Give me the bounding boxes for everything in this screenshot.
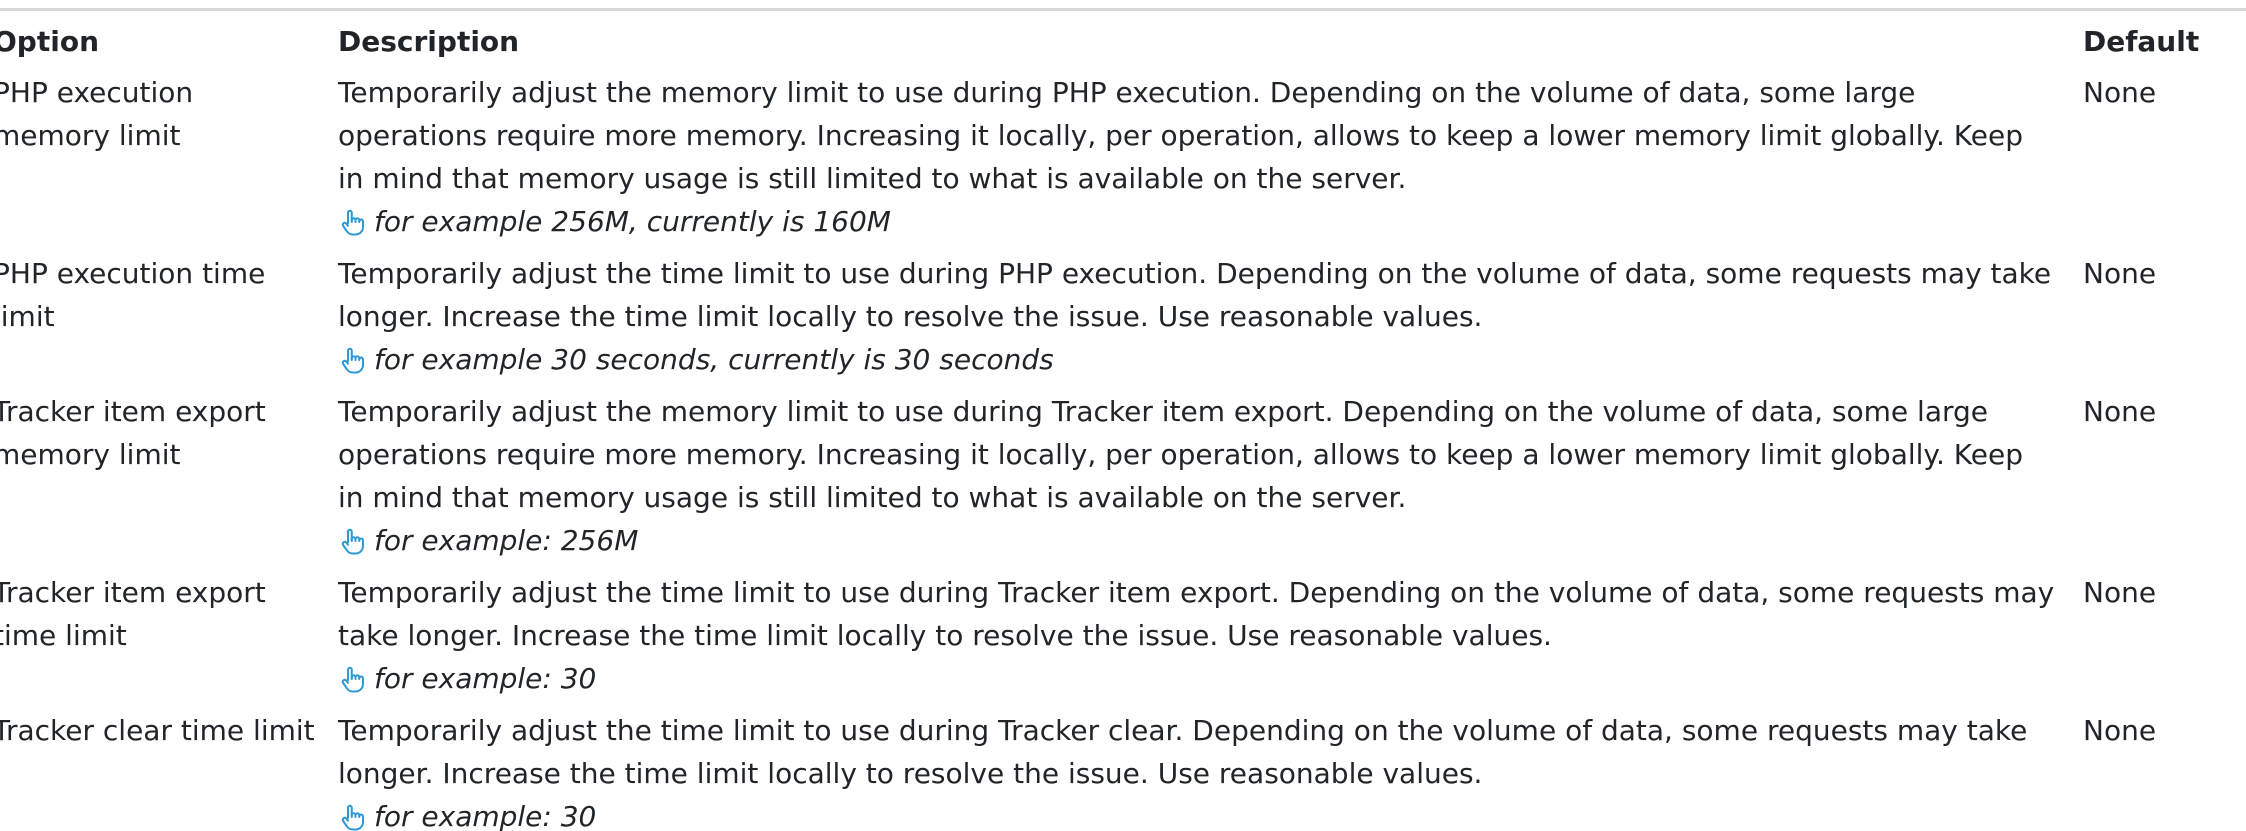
example-line: for example: 30 — [338, 657, 2055, 700]
default-value: None — [2083, 76, 2157, 109]
option-name: Tracker clear time limit — [0, 714, 315, 747]
table-row: Tracker item export memory limit Tempora… — [0, 390, 2213, 571]
default-value: None — [2083, 257, 2157, 290]
example-text: for example: 256M — [374, 524, 639, 557]
option-name: Tracker item export time limit — [0, 576, 266, 652]
example-line: for example 30 seconds, currently is 30 … — [338, 338, 2055, 381]
example-text: for example: 30 — [374, 662, 597, 695]
option-name: PHP execution memory limit — [0, 76, 194, 152]
option-description: Temporarily adjust the time limit to use… — [338, 709, 2083, 831]
hand-pointer-icon — [341, 209, 364, 235]
option-name: Tracker item export memory limit — [0, 395, 266, 471]
table-row: Tracker clear time limit Temporarily adj… — [0, 709, 2213, 831]
option-description: Temporarily adjust the time limit to use… — [338, 571, 2083, 709]
description-text: Temporarily adjust the memory limit to u… — [338, 76, 2023, 195]
option-description: Temporarily adjust the time limit to use… — [338, 252, 2083, 390]
option-column-header: Option — [0, 25, 99, 58]
default-column-header: Default — [2083, 25, 2200, 58]
table-row: Tracker item export time limit Temporari… — [0, 571, 2213, 709]
option-name: PHP execution time limit — [0, 257, 266, 333]
hand-pointer-icon — [341, 666, 364, 692]
table-row: PHP execution time limit Temporarily adj… — [0, 252, 2213, 390]
description-text: Temporarily adjust the time limit to use… — [338, 576, 2055, 652]
example-line: for example: 30 — [338, 795, 2055, 831]
preferences-page: Option Description Default PHP execution… — [0, 0, 2246, 831]
default-value: None — [2083, 576, 2157, 609]
table-header-row: Option Description Default — [0, 11, 2213, 71]
default-value: None — [2083, 395, 2157, 428]
default-value: None — [2083, 714, 2157, 747]
hand-pointer-icon — [341, 528, 364, 554]
example-text: for example: 30 — [374, 800, 597, 831]
example-line: for example: 256M — [338, 519, 2055, 562]
description-column-header: Description — [338, 25, 520, 58]
example-line: for example 256M, currently is 160M — [338, 200, 2055, 243]
description-text: Temporarily adjust the time limit to use… — [338, 714, 2028, 790]
example-text: for example 30 seconds, currently is 30 … — [374, 343, 1054, 376]
example-text: for example 256M, currently is 160M — [374, 205, 891, 238]
preferences-table: Option Description Default PHP execution… — [0, 11, 2213, 831]
hand-pointer-icon — [341, 347, 364, 373]
description-text: Temporarily adjust the time limit to use… — [338, 257, 2052, 333]
hand-pointer-icon — [341, 804, 364, 830]
description-text: Temporarily adjust the memory limit to u… — [338, 395, 2023, 514]
table-row: PHP execution memory limit Temporarily a… — [0, 71, 2213, 252]
option-description: Temporarily adjust the memory limit to u… — [338, 390, 2083, 571]
option-description: Temporarily adjust the memory limit to u… — [338, 71, 2083, 252]
